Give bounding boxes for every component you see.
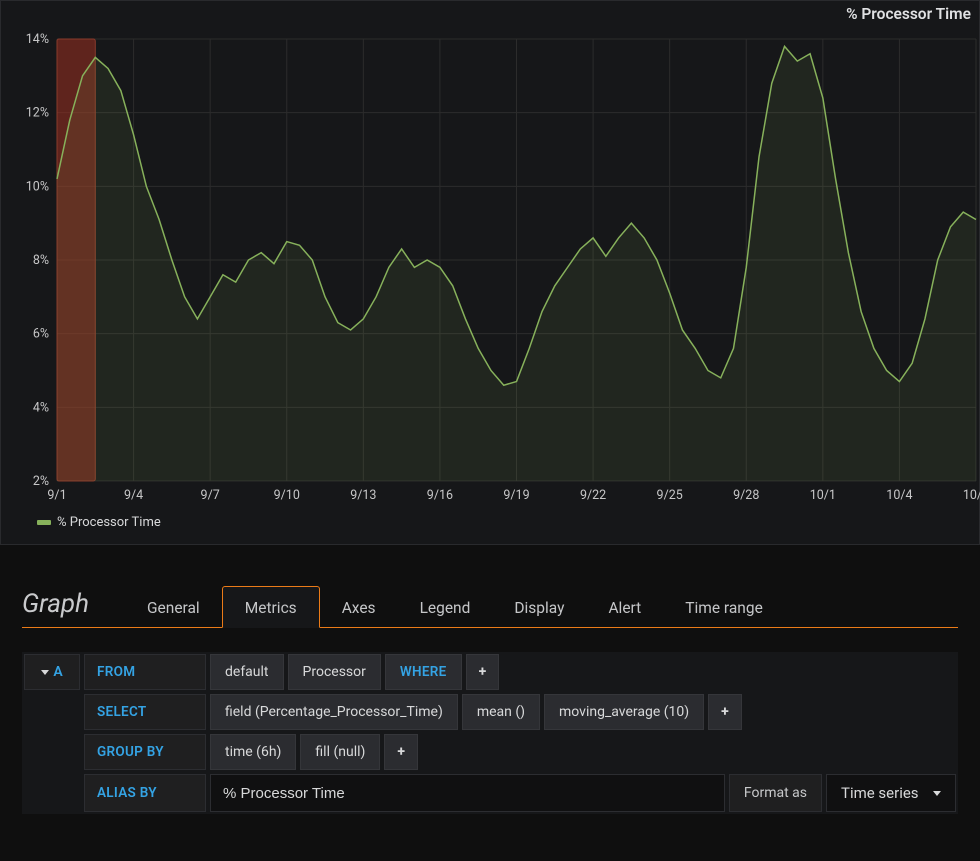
row-spacer (24, 774, 80, 812)
svg-text:9/16: 9/16 (427, 488, 453, 503)
svg-text:10/4: 10/4 (886, 488, 912, 503)
svg-text:9/13: 9/13 (350, 488, 376, 503)
svg-text:10%: 10% (26, 179, 49, 194)
add-where-button[interactable]: + (466, 654, 500, 690)
svg-text:9/22: 9/22 (580, 488, 606, 503)
panel-title: % Processor Time (1, 5, 971, 23)
select-chip-1[interactable]: mean () (462, 694, 540, 730)
tab-general[interactable]: General (125, 587, 222, 627)
chart-panel: % Processor Time 2% 4% 6% 8% 10% 12% 14% 9/1 9/4… (0, 0, 980, 545)
svg-text:14%: 14% (26, 32, 49, 47)
where-keyword[interactable]: WHERE (385, 654, 462, 690)
svg-text:10/7: 10/7 (963, 488, 980, 503)
groupby-label: GROUP BY (84, 734, 206, 770)
svg-text:9/7: 9/7 (201, 488, 220, 503)
chart-legend[interactable]: % Processor Time (37, 515, 161, 530)
query-row-select: SELECT field (Percentage_Processor_Time)… (22, 692, 958, 732)
tab-legend[interactable]: Legend (398, 587, 493, 627)
svg-text:8%: 8% (33, 253, 49, 268)
query-row-aliasby: ALIAS BY Format as Time series (22, 772, 958, 814)
svg-text:9/25: 9/25 (657, 488, 683, 503)
groupby-chip-0[interactable]: time (6h) (210, 734, 296, 770)
from-chip-1[interactable]: Processor (288, 654, 381, 690)
row-spacer (24, 694, 80, 730)
tab-alert[interactable]: Alert (586, 587, 663, 627)
tab-axes[interactable]: Axes (320, 587, 398, 627)
svg-text:4%: 4% (33, 400, 49, 415)
svg-text:9/19: 9/19 (503, 488, 529, 503)
format-as-value: Time series (841, 784, 919, 802)
svg-text:9/4: 9/4 (124, 488, 143, 503)
caret-down-icon (933, 791, 941, 796)
select-chip-0[interactable]: field (Percentage_Processor_Time) (210, 694, 458, 730)
svg-text:9/1: 9/1 (47, 488, 66, 503)
editor-tabs: Graph GeneralMetricsAxesLegendDisplayAle… (22, 573, 958, 628)
svg-text:2%: 2% (33, 474, 49, 489)
chart-area[interactable]: 2% 4% 6% 8% 10% 12% 14% 9/1 9/4 9/7 9/10 9/13 9/16 9/… (1, 1, 979, 544)
query-toggle[interactable]: A (24, 654, 80, 690)
panel-editor: Graph GeneralMetricsAxesLegendDisplayAle… (0, 545, 980, 814)
from-label: FROM (84, 654, 206, 690)
legend-swatch (37, 520, 51, 525)
query-letter: A (53, 664, 62, 680)
select-label: SELECT (84, 694, 206, 730)
from-chip-0[interactable]: default (210, 654, 284, 690)
query-row-from: A FROM defaultProcessorWHERE+ (22, 652, 958, 692)
svg-text:9/10: 9/10 (274, 488, 300, 503)
tab-metrics[interactable]: Metrics (222, 586, 320, 628)
svg-text:9/28: 9/28 (733, 488, 759, 503)
legend-label: % Processor Time (57, 515, 161, 530)
format-as-label: Format as (729, 774, 822, 812)
tab-time-range[interactable]: Time range (663, 587, 785, 627)
query-row-groupby: GROUP BY time (6h)fill (null)+ (22, 732, 958, 772)
tab-display[interactable]: Display (492, 587, 586, 627)
add-select-button[interactable]: + (708, 694, 742, 730)
aliasby-label: ALIAS BY (84, 774, 206, 812)
alias-input[interactable] (210, 774, 725, 812)
format-as-select[interactable]: Time series (826, 774, 956, 812)
caret-down-icon (41, 670, 49, 675)
chart-svg[interactable]: 2% 4% 6% 8% 10% 12% 14% 9/1 9/4 9/7 9/10 9/13 9/16 9/… (1, 1, 980, 541)
groupby-chip-1[interactable]: fill (null) (300, 734, 380, 770)
svg-text:12%: 12% (26, 106, 49, 121)
svg-text:10/1: 10/1 (810, 488, 836, 503)
select-chip-2[interactable]: moving_average (10) (544, 694, 704, 730)
svg-text:6%: 6% (33, 327, 49, 342)
row-spacer (24, 734, 80, 770)
editor-title: Graph (22, 589, 89, 627)
add-groupby-button[interactable]: + (384, 734, 418, 770)
query-block: A FROM defaultProcessorWHERE+ SELECT fie… (22, 652, 958, 814)
